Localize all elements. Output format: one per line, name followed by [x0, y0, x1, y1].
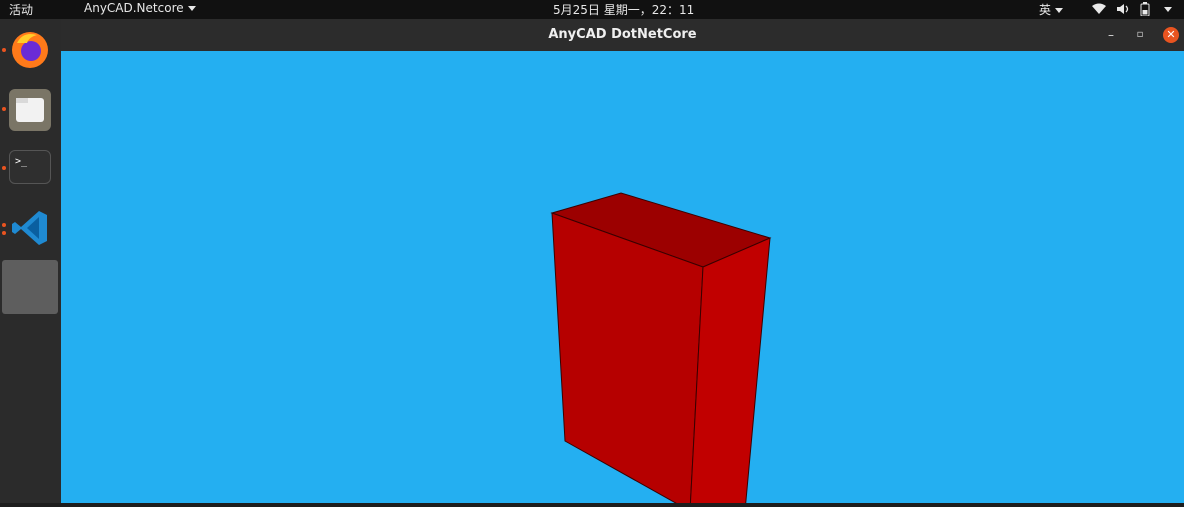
- input-method-label: 英: [1039, 3, 1052, 17]
- chevron-down-icon: [1055, 8, 1064, 13]
- red-box-model[interactable]: [550, 192, 772, 507]
- running-indicator: [2, 107, 6, 111]
- system-menu-icon: [1164, 6, 1172, 12]
- activities-button[interactable]: 活动: [9, 1, 33, 18]
- close-icon[interactable]: ✕: [1163, 27, 1179, 43]
- minimize-icon[interactable]: –: [1103, 27, 1119, 43]
- box-side-face: [689, 237, 771, 507]
- 3d-viewport[interactable]: [61, 51, 1184, 507]
- terminal-icon[interactable]: >_: [9, 150, 51, 184]
- running-indicator: [2, 223, 6, 227]
- window-titlebar[interactable]: AnyCAD DotNetCore – ▫ ✕: [61, 19, 1184, 51]
- vscode-icon[interactable]: [9, 207, 51, 249]
- app-menu-label: AnyCAD.Netcore: [84, 1, 184, 15]
- input-method-indicator[interactable]: 英: [1039, 1, 1064, 18]
- running-indicator: [2, 48, 6, 52]
- battery-icon: [1140, 2, 1150, 16]
- running-indicator: [2, 231, 6, 235]
- app-menu[interactable]: AnyCAD.Netcore: [84, 1, 196, 15]
- scene-canvas[interactable]: [61, 51, 1184, 507]
- running-indicator: [2, 166, 6, 170]
- volume-icon: [1117, 4, 1129, 14]
- svg-text:>_: >_: [15, 156, 28, 167]
- files-icon[interactable]: [9, 89, 51, 131]
- window-title: AnyCAD DotNetCore: [548, 27, 697, 42]
- firefox-icon[interactable]: [9, 29, 51, 71]
- restore-icon[interactable]: ▫: [1132, 27, 1148, 43]
- clock[interactable]: 5月25日 星期一，22：11: [553, 1, 694, 18]
- dock: >_: [0, 19, 61, 503]
- app-icon[interactable]: [2, 260, 58, 314]
- system-tray[interactable]: [1092, 2, 1172, 16]
- top-bar: 活动 AnyCAD.Netcore 5月25日 星期一，22：11 英: [0, 0, 1184, 19]
- chevron-down-icon: [187, 6, 196, 11]
- app-window: AnyCAD DotNetCore – ▫ ✕: [61, 19, 1184, 507]
- wifi-icon: [1092, 3, 1106, 14]
